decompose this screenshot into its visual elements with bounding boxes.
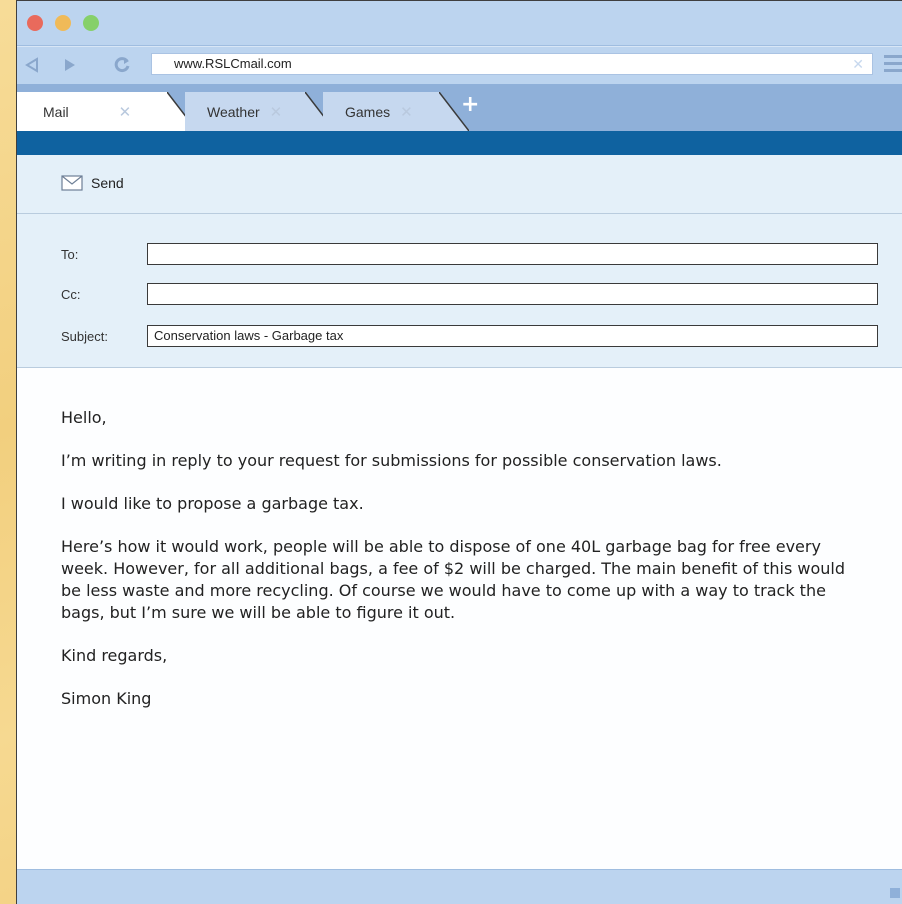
tab-weather[interactable]: Weather ✕ xyxy=(185,92,305,131)
browser-window: www.RSLCmail.com ✕ Mail ✕ Weather ✕ Game… xyxy=(16,0,902,904)
clear-url-icon[interactable]: ✕ xyxy=(852,56,864,73)
tab-label: Games xyxy=(345,103,391,120)
header-bar xyxy=(17,131,902,155)
url-bar[interactable]: www.RSLCmail.com ✕ xyxy=(151,53,873,75)
send-label: Send xyxy=(91,175,124,191)
minimize-window-button[interactable] xyxy=(55,15,71,31)
tab-bar: Mail ✕ Weather ✕ Games ✕ + xyxy=(17,84,902,131)
title-bar xyxy=(17,1,902,46)
resize-handle[interactable] xyxy=(890,888,900,898)
reload-icon xyxy=(114,57,130,73)
to-field[interactable] xyxy=(147,243,878,265)
to-label: To: xyxy=(61,246,79,262)
tab-label: Mail xyxy=(43,103,69,120)
back-button[interactable] xyxy=(21,53,43,77)
mail-toolbar: Send xyxy=(17,155,902,214)
message-header-fields: To: Cc: Subject: Conservation laws - Gar… xyxy=(17,214,902,368)
body-paragraph: I would like to propose a garbage tax. xyxy=(61,494,364,513)
tab-label: Weather xyxy=(207,103,260,120)
tab-games[interactable]: Games ✕ xyxy=(323,92,439,131)
tab-close-icon[interactable]: ✕ xyxy=(270,103,283,121)
body-paragraph: Here’s how it would work, people will be… xyxy=(61,537,846,622)
signature: Simon King xyxy=(61,689,152,708)
greeting: Hello, xyxy=(61,408,107,427)
cc-field[interactable] xyxy=(147,283,878,305)
forward-arrow-icon xyxy=(65,59,75,71)
envelope-icon xyxy=(61,175,83,191)
menu-icon[interactable] xyxy=(884,55,902,73)
to-row: To: xyxy=(61,242,878,266)
close-window-button[interactable] xyxy=(27,15,43,31)
message-body[interactable]: Hello, I’m writing in reply to your requ… xyxy=(61,407,861,731)
navigation-bar: www.RSLCmail.com ✕ xyxy=(17,46,902,84)
forward-button[interactable] xyxy=(59,53,81,77)
tab-mail[interactable]: Mail ✕ xyxy=(17,92,167,131)
subject-field[interactable]: Conservation laws - Garbage tax xyxy=(147,325,878,347)
maximize-window-button[interactable] xyxy=(83,15,99,31)
body-paragraph: I’m writing in reply to your request for… xyxy=(61,451,722,470)
reload-button[interactable] xyxy=(111,53,133,77)
status-bar xyxy=(17,869,902,904)
back-arrow-icon xyxy=(25,57,38,73)
cc-row: Cc: xyxy=(61,282,878,306)
cc-label: Cc: xyxy=(61,286,81,302)
subject-label: Subject: xyxy=(61,328,108,344)
send-button[interactable]: Send xyxy=(61,175,124,191)
new-tab-icon[interactable]: + xyxy=(461,92,479,117)
tab-close-icon[interactable]: ✕ xyxy=(400,103,413,121)
subject-row: Subject: Conservation laws - Garbage tax xyxy=(61,324,878,348)
tab-close-icon[interactable]: ✕ xyxy=(119,103,132,121)
url-text: www.RSLCmail.com xyxy=(174,56,292,71)
closing: Kind regards, xyxy=(61,646,168,665)
